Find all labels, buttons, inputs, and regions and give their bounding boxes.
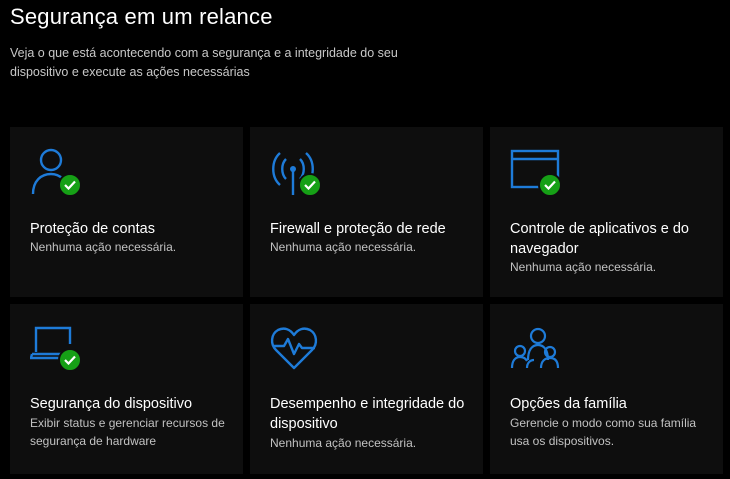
tile-title: Segurança do dispositivo [30, 396, 193, 412]
tile-title: Firewall e proteção de rede [270, 221, 446, 237]
tile-title: Controle de aplicativos e do navegador [510, 221, 689, 257]
browser-window-icon [510, 147, 566, 197]
tile-family-options[interactable]: Opções da família Gerencie o modo como s… [490, 304, 723, 474]
tile-description: Nenhuma ação necessária. [270, 240, 417, 254]
tile-description: Nenhuma ação necessária. [270, 436, 417, 450]
tile-description: Nenhuma ação necessária. [510, 260, 657, 274]
page-title: Segurança em um relance [10, 4, 273, 29]
tiles-grid: Proteção de contas Nenhuma ação necessár… [10, 127, 723, 474]
tile-app-browser-control[interactable]: Controle de aplicativos e do navegador N… [490, 127, 723, 297]
laptop-icon [30, 324, 86, 374]
page-subtitle: Veja o que está acontecendo com a segura… [10, 46, 398, 79]
family-icon [510, 324, 566, 374]
tile-account-protection[interactable]: Proteção de contas Nenhuma ação necessár… [10, 127, 243, 297]
check-icon [538, 173, 562, 197]
tile-description: Nenhuma ação necessária. [30, 240, 177, 254]
tile-title: Desempenho e integridade do dispositivo [270, 396, 465, 432]
person-icon [30, 147, 86, 197]
tile-description: Gerencie o modo como sua família usa os … [510, 416, 697, 448]
tile-title: Opções da família [510, 396, 627, 412]
tile-firewall-network[interactable]: Firewall e proteção de rede Nenhuma ação… [250, 127, 483, 297]
antenna-icon [270, 147, 326, 197]
check-icon [298, 173, 322, 197]
tile-device-performance-health[interactable]: Desempenho e integridade do dispositivo … [250, 304, 483, 474]
heart-pulse-icon [270, 324, 326, 374]
tile-device-security[interactable]: Segurança do dispositivo Exibir status e… [10, 304, 243, 474]
tile-title: Proteção de contas [30, 221, 155, 237]
check-icon [58, 173, 82, 197]
check-icon [58, 348, 82, 372]
tile-description: Exibir status e gerenciar recursos de se… [30, 416, 225, 448]
